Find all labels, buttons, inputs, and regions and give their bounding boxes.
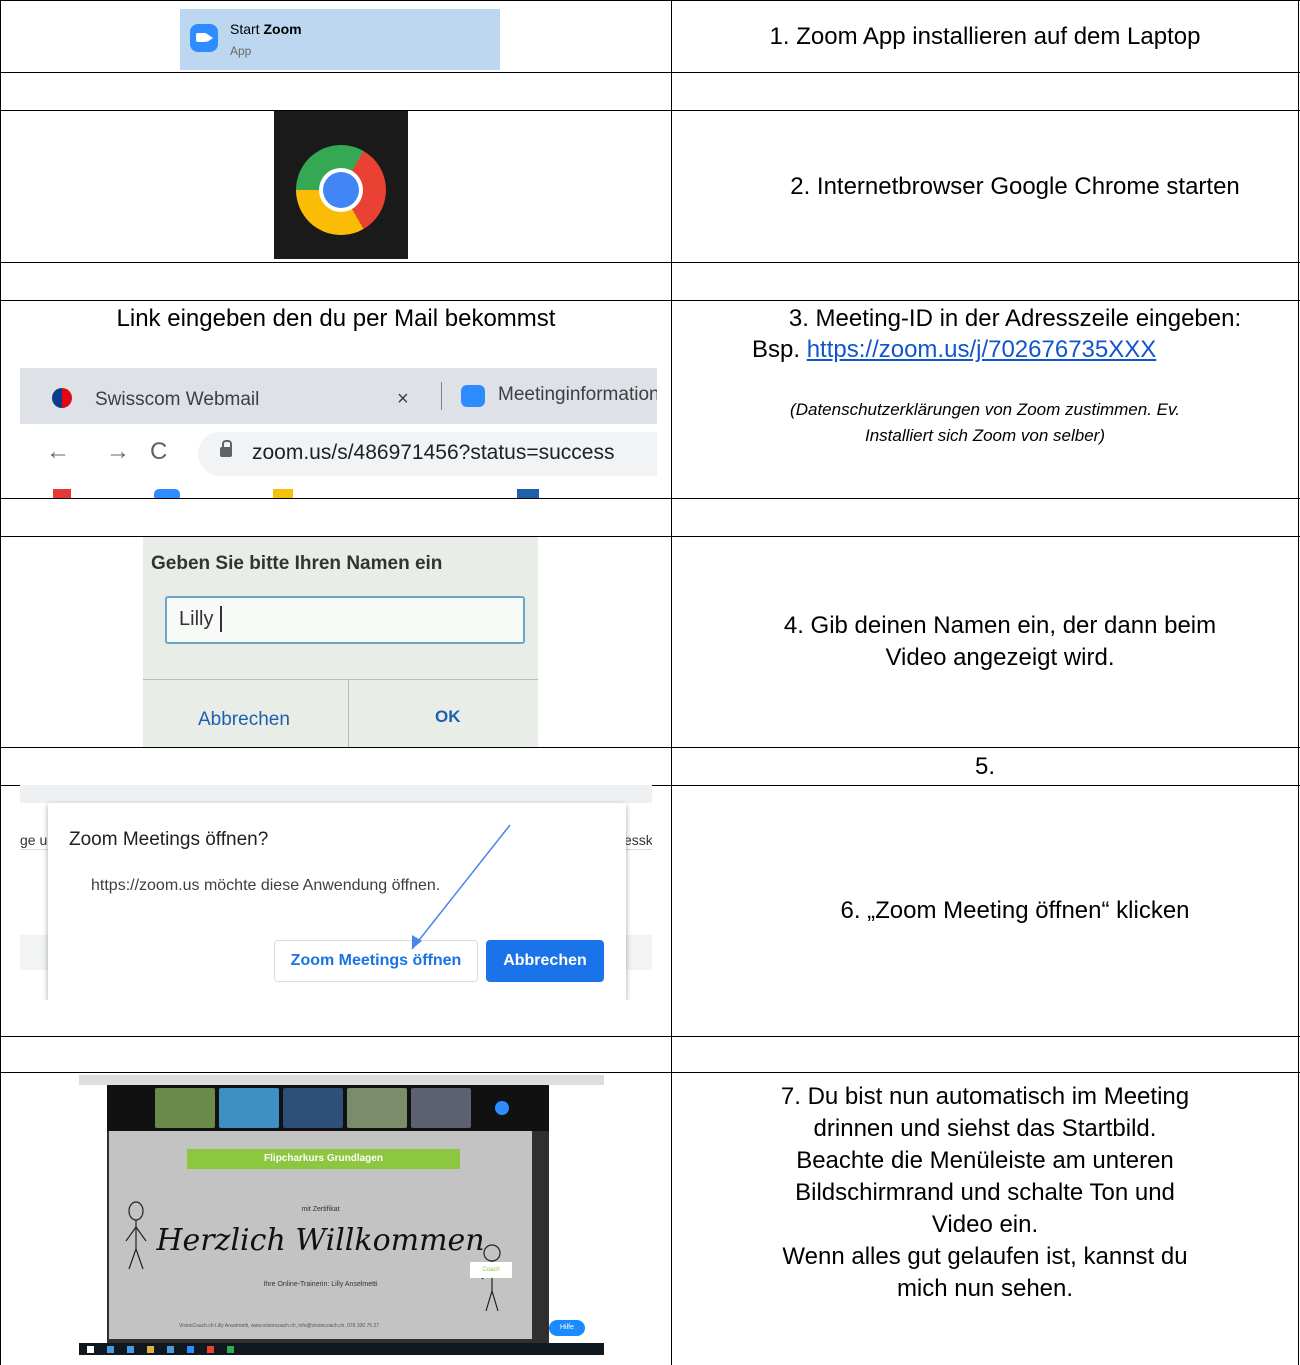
url-text: zoom.us/s/486971456?status=success <box>252 441 615 464</box>
taskbar-icon[interactable] <box>207 1346 214 1353</box>
table-border <box>0 1036 1300 1037</box>
bookmark-icon <box>517 489 539 498</box>
step-3-heading: 3. Meeting-ID in der Adresszeile eingebe… <box>788 305 1242 332</box>
reload-icon[interactable]: C <box>150 438 167 466</box>
chrome-logo-icon <box>296 145 386 235</box>
bookmark-icon <box>273 489 293 498</box>
slide-welcome: Herzlich Willkommen <box>156 1223 485 1258</box>
tab-meetinginfo[interactable]: Meetinginformatione <box>498 384 657 406</box>
shared-slide: Flipcharkurs Grundlagen mit Zertifikat H… <box>109 1131 532 1339</box>
step-4-block: 4. Gib deinen Namen ein, der dann beim V… <box>672 537 1298 747</box>
participant-thumbnail <box>219 1088 279 1128</box>
tab-separator <box>441 382 442 410</box>
help-button[interactable]: Hilfe <box>549 1320 585 1336</box>
browser-tabbar: Swisscom Webmail × Meetinginformatione <box>20 368 657 424</box>
forward-icon[interactable]: → <box>106 438 130 466</box>
address-bar[interactable]: zoom.us/s/486971456?status=success <box>198 432 657 476</box>
open-dialog-screenshot: ge u essku Zoom Meetings öffnen? https:/… <box>20 785 652 1000</box>
participant-thumbnail <box>347 1088 407 1128</box>
chrome-image <box>274 111 408 259</box>
table-border <box>0 0 1 1365</box>
step-7-line: 7. Du bist nun automatisch im Meeting <box>780 1083 1190 1110</box>
stick-figure-icon <box>481 1244 504 1312</box>
button-divider <box>348 679 349 747</box>
table-border <box>1298 0 1299 1365</box>
zoom-video-icon <box>461 385 485 407</box>
participant-strip <box>107 1085 549 1131</box>
browser-side <box>79 1085 107 1343</box>
slide-trainer: Ihre Online-Trainerin: Lilly Anselmetti <box>263 1281 378 1288</box>
text-caret <box>220 606 222 632</box>
cancel-button[interactable]: Abbrechen <box>198 709 290 731</box>
step-3-example: Bsp. https://zoom.us/j/702676735XXX <box>672 335 1156 365</box>
chrome-logo-center <box>323 172 359 208</box>
close-icon[interactable]: × <box>397 388 409 411</box>
swisscom-logo-icon <box>52 388 72 408</box>
taskbar-icon[interactable] <box>107 1346 114 1353</box>
step-7-line: mich nun sehen. <box>896 1275 1074 1302</box>
browser-toolbar: ← → C zoom.us/s/486971456?status=success <box>20 424 657 484</box>
bookmarks-bar <box>20 484 657 498</box>
step-7-line: Wenn alles gut gelaufen ist, kannst du <box>782 1243 1188 1270</box>
start-zoom-tile: Start Zoom App <box>180 9 500 70</box>
lock-icon <box>220 440 232 457</box>
table-border <box>0 72 1300 73</box>
start-zoom-subtitle: App <box>230 44 252 58</box>
tab-label: Swisscom Webmail <box>95 389 260 410</box>
ok-button[interactable]: OK <box>435 707 461 727</box>
step-3-note-line1: (Datenschutzerklärungen von Zoom zustimm… <box>790 400 1180 419</box>
step-7-line: Bildschirmrand und schalte Ton und <box>795 1179 1175 1206</box>
bookmark-icon <box>53 489 71 498</box>
step-7-line: Beachte die Menüleiste am unteren <box>796 1147 1174 1174</box>
taskbar-icon[interactable] <box>187 1346 194 1353</box>
link-instruction: Link eingeben den du per Mail bekommst <box>116 305 556 332</box>
participant-thumbnail <box>411 1088 471 1128</box>
tab-swisscom[interactable]: Swisscom Webmail × <box>30 374 425 424</box>
name-input[interactable]: Lilly <box>165 596 525 644</box>
coach-logo: Coach <box>470 1262 512 1278</box>
participant-thumbnail <box>155 1088 215 1128</box>
start-icon[interactable] <box>87 1346 94 1353</box>
meeting-link[interactable]: https://zoom.us/j/702676735XXX <box>807 336 1157 363</box>
taskbar-icon[interactable] <box>167 1346 174 1353</box>
name-input-value: Lilly <box>179 608 214 630</box>
step-3-block: 3. Meeting-ID in der Adresszeile eingebe… <box>672 301 1298 498</box>
example-prefix: Bsp. <box>752 336 801 363</box>
zoom-video-icon <box>190 24 218 52</box>
arrow-line <box>411 824 511 950</box>
stick-figure-icon <box>125 1201 147 1270</box>
arrow-annotation <box>411 824 511 950</box>
zoom-meeting-screenshot: Flipcharkurs Grundlagen mit Zertifikat H… <box>79 1075 604 1355</box>
step-4-line1: 4. Gib deinen Namen ein, der dann beim <box>783 612 1217 639</box>
taskbar-icon[interactable] <box>227 1346 234 1353</box>
step-7-block: 7. Du bist nun automatisch im Meeting dr… <box>672 1073 1298 1365</box>
name-dialog-photo: Geben Sie bitte Ihren Namen ein Lilly Ab… <box>143 537 538 747</box>
step-7-line: Video ein. <box>931 1211 1039 1238</box>
slide-subtitle: mit Zertifikat <box>301 1206 340 1213</box>
step-1-text: 1. Zoom App installieren auf dem Laptop <box>769 22 1201 50</box>
start-zoom-title: Start Zoom <box>230 21 302 37</box>
table-border <box>0 498 1300 499</box>
browser-screenshot: Swisscom Webmail × Meetinginformatione ←… <box>20 368 657 498</box>
step-5-text: 5. <box>974 752 995 780</box>
step-2-text: 2. Internetbrowser Google Chrome starten <box>790 172 1240 200</box>
windows-taskbar <box>79 1343 604 1355</box>
name-dialog-title: Geben Sie bitte Ihren Namen ein <box>151 553 443 574</box>
taskbar-icon[interactable] <box>127 1346 134 1353</box>
bookmark-icon <box>154 489 180 498</box>
window-titlebar <box>79 1075 604 1085</box>
slide-banner: Flipcharkurs Grundlagen <box>187 1149 460 1169</box>
next-page-icon[interactable] <box>495 1101 509 1115</box>
slide-footer: VisionCoach.ch Lilly Anselmetti, www.vis… <box>179 1323 380 1329</box>
participant-thumbnail <box>283 1088 343 1128</box>
taskbar-icon[interactable] <box>147 1346 154 1353</box>
step-4-line2: Video angezeigt wird. <box>885 644 1115 671</box>
browser-side <box>549 1085 604 1343</box>
step-6-text: 6. „Zoom Meeting öffnen“ klicken <box>840 897 1190 924</box>
table-border <box>0 262 1300 263</box>
back-icon[interactable]: ← <box>46 438 70 466</box>
step-7-line: drinnen und siehst das Startbild. <box>813 1115 1157 1142</box>
step-3-note-line2: Installiert sich Zoom von selber) <box>865 426 1105 445</box>
